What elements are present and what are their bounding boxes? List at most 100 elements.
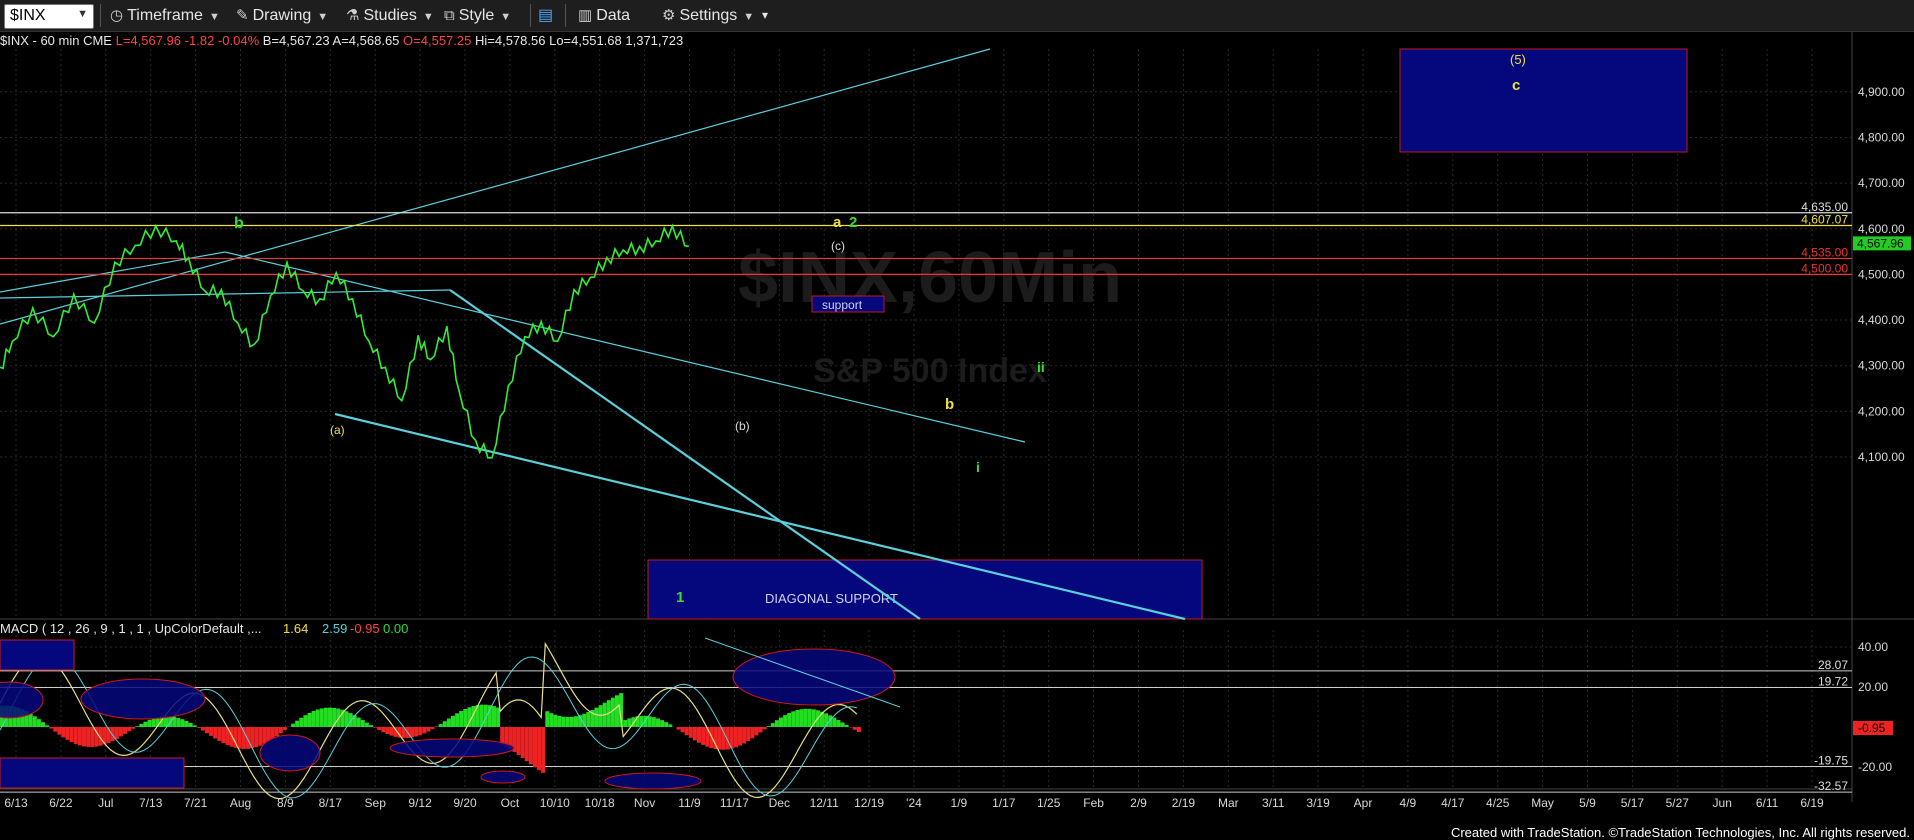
- wave-label-i: i: [976, 459, 980, 475]
- diagonal-support-label: DIAGONAL SUPPORT: [765, 591, 898, 606]
- time-tick-label: 8/17: [319, 796, 343, 810]
- macd-ellipse: [80, 678, 206, 720]
- histogram-bar: [192, 725, 197, 727]
- histogram-bar: [528, 727, 533, 765]
- macd-ellipse: [480, 770, 526, 784]
- histogram-bar: [758, 727, 763, 733]
- gear-icon: ⚙: [662, 7, 676, 24]
- price-level-label: 4,607.07: [1801, 213, 1848, 227]
- histogram-bar: [746, 727, 751, 742]
- wave-label-2: 2: [849, 214, 857, 231]
- studies-button[interactable]: ⚗ Studies ▼: [346, 0, 434, 31]
- histogram-bar: [692, 727, 697, 741]
- timeframe-button[interactable]: ◷ Timeframe ▼: [110, 0, 220, 31]
- macd-box: [0, 757, 185, 789]
- histogram-bar: [188, 723, 193, 727]
- histogram-bar: [574, 716, 578, 727]
- time-tick-label: 2/9: [1130, 796, 1147, 810]
- histogram-bar: [241, 727, 246, 749]
- histogram-bar: [557, 715, 562, 727]
- pencil-icon: ✎: [236, 7, 249, 24]
- macd-label: MACD ( 12 , 26 , 9 , 1 , 1 , UpColorDefa…: [0, 621, 262, 636]
- time-tick-label: 11/9: [678, 796, 701, 810]
- histogram-bar: [364, 722, 369, 727]
- macd-value-1: 1.64: [283, 621, 308, 636]
- histogram-bar: [733, 727, 738, 748]
- clock-icon: ◷: [110, 7, 124, 24]
- price-chart[interactable]: $INX,60Min S&P 500 Index DIAGONAL SUPPOR…: [0, 32, 1914, 822]
- histogram-bar: [615, 695, 619, 727]
- style-button[interactable]: ⧉ Style ▼: [444, 0, 511, 31]
- time-tick-label: 8/9: [277, 796, 294, 810]
- histogram-bar: [668, 724, 673, 727]
- diagonal-support-box: [647, 559, 1203, 620]
- histogram-bar: [697, 727, 701, 743]
- histogram-bar: [446, 718, 451, 727]
- histogram-bar: [840, 722, 845, 727]
- histogram-bar: [762, 727, 767, 730]
- macd-box: [0, 639, 75, 671]
- more-menu-button[interactable]: ▾: [762, 0, 768, 31]
- macd-header: MACD ( 12 , 26 , 9 , 1 , 1 , UpColorDefa…: [0, 621, 408, 636]
- histogram-bar: [442, 721, 447, 727]
- histogram-bar: [278, 727, 283, 734]
- symbol-input[interactable]: $INX ▼: [4, 4, 94, 29]
- histogram-bar: [65, 727, 70, 740]
- histogram-bar: [647, 716, 652, 727]
- histogram-bar: [205, 727, 209, 734]
- time-tick-label: '24: [906, 796, 922, 810]
- time-tick-label: 2/19: [1172, 796, 1196, 810]
- chevron-down-icon: ▼: [500, 11, 512, 23]
- histogram-bar: [135, 726, 140, 727]
- histogram-bar: [77, 727, 82, 746]
- chevron-down-icon: ▼: [743, 11, 755, 23]
- time-tick-label: Sep: [365, 796, 387, 810]
- settings-button[interactable]: ⚙ Settings ▼: [662, 0, 754, 31]
- drawing-button[interactable]: ✎ Drawing ▼: [236, 0, 328, 31]
- chevron-down-icon[interactable]: ▼: [77, 8, 88, 20]
- data-button[interactable]: ▥ Data: [578, 0, 630, 31]
- chevron-down-icon: ▼: [422, 11, 434, 23]
- histogram-bar: [684, 727, 689, 736]
- histogram-bar: [299, 717, 304, 727]
- wave-label-b-green: b: [234, 215, 244, 232]
- macd-level-label: -32.57: [1814, 779, 1848, 793]
- last-price-tag: 4,567.96: [1857, 236, 1904, 250]
- wave-label-b-yellow: b: [945, 396, 954, 413]
- histogram-bar: [569, 716, 574, 727]
- price-tick-label: 4,200.00: [1858, 404, 1905, 418]
- macd-ellipse: [259, 734, 321, 772]
- layout-icon[interactable]: ▤: [538, 0, 553, 31]
- histogram-bar: [90, 727, 95, 747]
- time-tick-label: 5/17: [1621, 796, 1645, 810]
- histogram-bar: [254, 727, 259, 748]
- price-tick-label: 4,700.00: [1858, 176, 1905, 190]
- histogram-bar: [426, 727, 431, 732]
- histogram-bar: [770, 723, 775, 727]
- support-label: support: [822, 298, 863, 312]
- macd-tick-label: 40.00: [1858, 640, 1888, 654]
- histogram-bar: [750, 727, 755, 739]
- histogram-bar: [82, 727, 86, 747]
- histogram-bar: [664, 722, 669, 727]
- histogram-bar: [270, 727, 275, 739]
- histogram-bar: [61, 727, 66, 738]
- macd-level-label: 28.07: [1818, 658, 1848, 672]
- histogram-bar: [524, 727, 529, 762]
- watermark-title: $INX,60Min: [738, 238, 1122, 318]
- time-tick-label: 3/11: [1262, 796, 1285, 810]
- histogram-bar: [49, 727, 54, 729]
- wave-label-b-paren: (b): [735, 419, 750, 433]
- histogram-bar: [742, 727, 747, 744]
- time-tick-label: 4/9: [1400, 796, 1417, 810]
- histogram-bar: [537, 727, 542, 771]
- histogram-bar: [766, 726, 771, 727]
- time-tick-label: 9/20: [453, 796, 477, 810]
- macd-value-2: 2.59: [322, 621, 347, 636]
- histogram-bar: [143, 721, 148, 727]
- time-tick-label: 4/17: [1441, 796, 1465, 810]
- footer-credit: Created with TradeStation. ©TradeStation…: [1450, 825, 1910, 840]
- histogram-bar: [414, 727, 419, 737]
- histogram-bar: [836, 719, 841, 727]
- histogram-bar: [303, 715, 308, 727]
